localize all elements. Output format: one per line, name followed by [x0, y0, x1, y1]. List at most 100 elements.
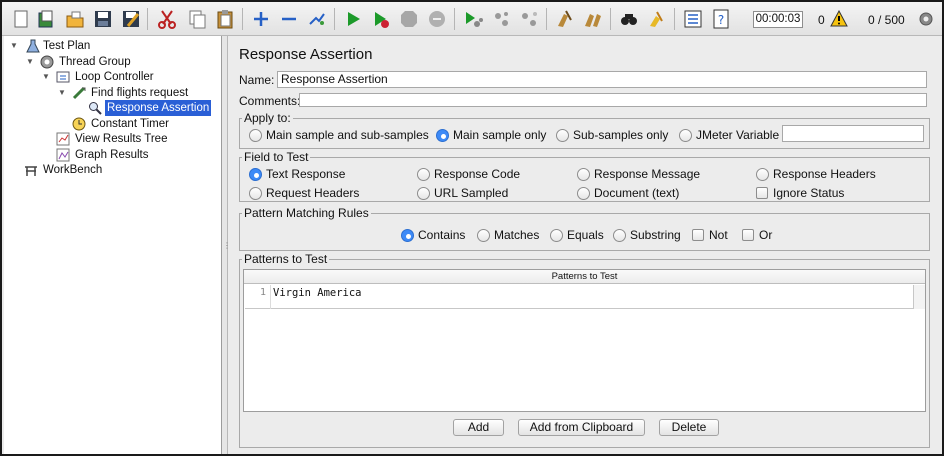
radio-button[interactable]: [550, 229, 563, 242]
radio-button[interactable]: [417, 187, 430, 200]
radio-button[interactable]: [613, 229, 626, 242]
radio-label: URL Sampled: [434, 186, 509, 200]
expanded-icon[interactable]: ▼: [10, 38, 20, 54]
expanded-icon[interactable]: ▼: [26, 54, 36, 70]
active-threads-count: 0 / 500: [868, 13, 905, 27]
toolbar-separator: [242, 8, 243, 30]
settings-gear-icon[interactable]: [918, 11, 934, 30]
paste-icon[interactable]: [214, 8, 236, 30]
tree-item-response-assertion[interactable]: Response Assertion: [88, 100, 212, 116]
name-field[interactable]: Response Assertion: [277, 71, 927, 88]
radio-button-selected[interactable]: [436, 129, 449, 142]
radio-button[interactable]: [477, 229, 490, 242]
function-helper-icon[interactable]: [682, 8, 704, 30]
radio-label: Document (text): [594, 186, 680, 200]
tree-item-graph-results[interactable]: Graph Results: [56, 147, 216, 163]
tree-item-label: Loop Controller: [75, 71, 154, 83]
remote-start-icon[interactable]: [462, 8, 484, 30]
collapse-icon[interactable]: [278, 8, 300, 30]
shutdown-icon[interactable]: [426, 8, 448, 30]
patterns-legend: Patterns to Test: [244, 252, 328, 266]
help-icon[interactable]: ?: [710, 8, 732, 30]
toolbar-separator: [334, 8, 335, 30]
test-plan-icon: [26, 39, 40, 53]
templates-icon[interactable]: [35, 8, 57, 30]
radio-button[interactable]: [556, 129, 569, 142]
tree-item-label: Test Plan: [43, 40, 91, 52]
split-pane-divider[interactable]: ⋮: [222, 36, 231, 454]
radio-label: Request Headers: [266, 186, 360, 200]
radio-label: Matches: [494, 228, 540, 242]
radio-label: Equals: [567, 228, 604, 242]
reset-search-icon[interactable]: [646, 8, 668, 30]
stop-icon[interactable]: [398, 8, 420, 30]
warning-icon[interactable]: [830, 9, 848, 30]
radio-button-selected[interactable]: [401, 229, 414, 242]
pattern-value[interactable]: Virgin America: [273, 285, 362, 301]
checkbox[interactable]: [756, 187, 768, 199]
jmeter-window: ? 00:00:03 0 0 / 500 ▼ Test Plan ▼ Threa…: [0, 0, 944, 456]
search-icon[interactable]: [618, 8, 640, 30]
tree-item-label: Thread Group: [59, 56, 131, 68]
table-row[interactable]: 1 Virgin America: [245, 285, 925, 309]
svg-text:?: ?: [718, 13, 724, 27]
tree-item-label: View Results Tree: [75, 133, 168, 145]
toolbar-separator: [454, 8, 455, 30]
open-icon[interactable]: [64, 8, 86, 30]
expanded-icon[interactable]: ▼: [58, 85, 68, 101]
start-icon[interactable]: [342, 8, 364, 30]
comments-label: Comments:: [239, 94, 301, 108]
tree-item-loop-controller[interactable]: ▼ Loop Controller: [42, 69, 222, 85]
tree-item-label: Response Assertion: [105, 100, 212, 116]
toggle-icon[interactable]: [306, 8, 328, 30]
timer-icon: [72, 117, 86, 131]
save-icon[interactable]: [92, 8, 114, 30]
patterns-table: Patterns to Test 1 Virgin America: [243, 269, 926, 412]
row-scrollbar[interactable]: [913, 285, 925, 309]
toolbar: ? 00:00:03 0 0 / 500: [2, 2, 942, 36]
clear-icon[interactable]: [554, 8, 576, 30]
name-label: Name:: [239, 73, 275, 87]
comments-field[interactable]: [299, 93, 927, 107]
elapsed-timer: 00:00:03: [753, 11, 803, 28]
tree-item-test-plan[interactable]: ▼ Test Plan: [10, 38, 210, 54]
radio-button[interactable]: [249, 187, 262, 200]
remote-exit-icon[interactable]: [518, 8, 540, 30]
gear-icon: [40, 55, 54, 69]
checkbox[interactable]: [692, 229, 704, 241]
clear-all-icon[interactable]: [582, 8, 604, 30]
tree-item-constant-timer[interactable]: Constant Timer: [72, 116, 212, 132]
radio-button[interactable]: [577, 187, 590, 200]
tree-item-view-results-tree[interactable]: View Results Tree: [56, 131, 216, 147]
workbench-icon: [24, 163, 38, 177]
tree-item-thread-group[interactable]: ▼ Thread Group: [26, 54, 216, 70]
expand-icon[interactable]: [250, 8, 272, 30]
radio-label: JMeter Variable: [696, 128, 780, 142]
radio-button[interactable]: [679, 129, 692, 142]
sampler-icon: [72, 86, 86, 100]
start-no-pause-icon[interactable]: [370, 8, 392, 30]
controller-icon: [56, 70, 70, 84]
copy-icon[interactable]: [186, 8, 208, 30]
radio-button[interactable]: [756, 168, 769, 181]
tree-item-label: WorkBench: [43, 164, 103, 176]
expanded-icon[interactable]: ▼: [42, 69, 52, 85]
tree-item-workbench[interactable]: WorkBench: [24, 162, 184, 178]
add-from-clipboard-button[interactable]: Add from Clipboard: [518, 419, 645, 436]
radio-button-selected[interactable]: [249, 168, 262, 181]
radio-button[interactable]: [249, 129, 262, 142]
save-as-icon[interactable]: [120, 8, 142, 30]
remote-stop-icon[interactable]: [490, 8, 512, 30]
add-button[interactable]: Add: [453, 419, 504, 436]
jmeter-variable-input[interactable]: [782, 125, 924, 142]
checkbox[interactable]: [742, 229, 754, 241]
tree-item-find-flights-request[interactable]: ▼ Find flights request: [58, 85, 218, 101]
radio-button[interactable]: [577, 168, 590, 181]
cut-icon[interactable]: [156, 8, 178, 30]
radio-button[interactable]: [417, 168, 430, 181]
new-icon[interactable]: [10, 8, 32, 30]
radio-label: Contains: [418, 228, 466, 242]
magnifier-icon: [88, 101, 102, 115]
delete-button[interactable]: Delete: [659, 419, 719, 436]
radio-label: Main sample and sub-samples: [266, 128, 429, 142]
